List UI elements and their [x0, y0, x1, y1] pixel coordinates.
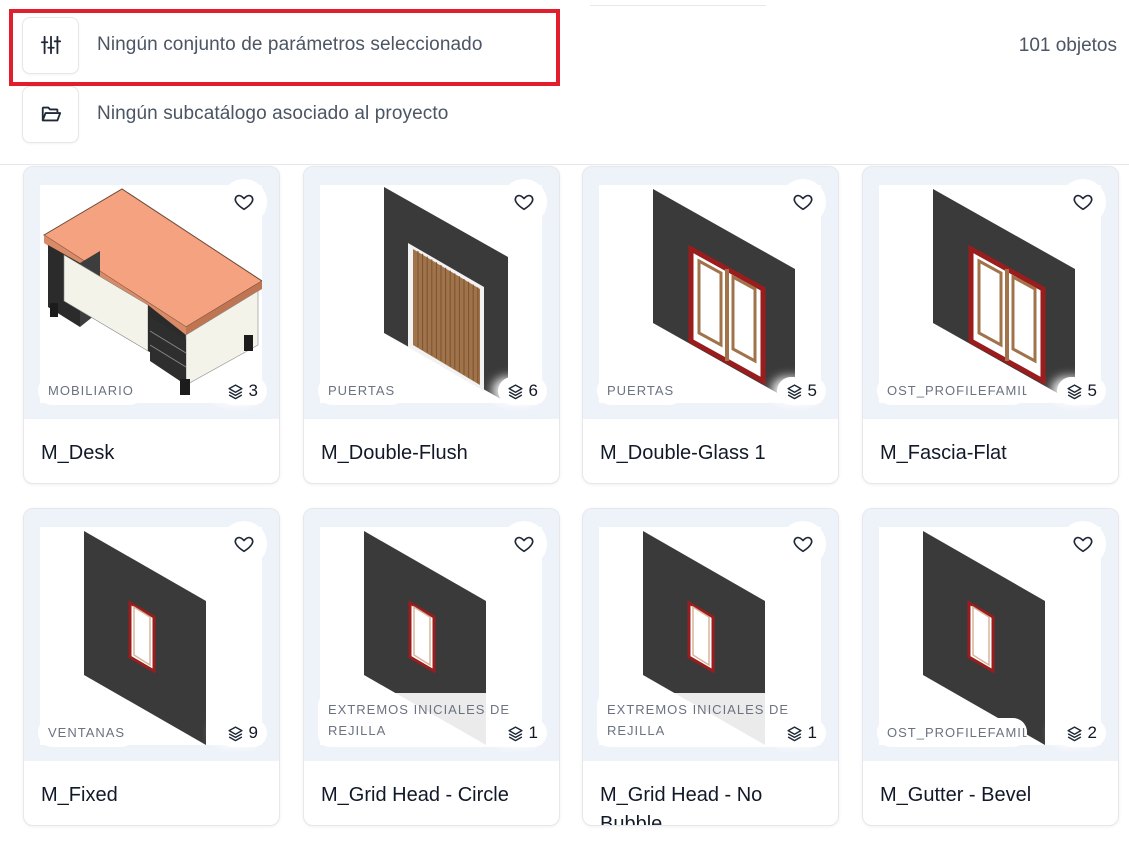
- layers-count: 5: [807, 381, 817, 400]
- object-name: M_Double-Glass 1: [600, 442, 766, 464]
- object-card-m-double-glass-1[interactable]: PUERTAS 5 M_Double-Glass 1: [582, 166, 839, 484]
- heart-icon: [1073, 194, 1093, 211]
- layers-badge: 5: [1056, 377, 1106, 405]
- layers-icon: [227, 383, 243, 399]
- layers-count: 5: [1087, 381, 1097, 400]
- subcatalog-filter[interactable]: Ningún subcatálogo asociado al proyecto: [22, 85, 448, 143]
- card-media[interactable]: OST_PROFILEFAMILIES 2: [863, 509, 1118, 761]
- category-tag: OST_PROFILEFAMILIES: [877, 376, 1027, 405]
- layers-count: 3: [248, 381, 258, 400]
- category-tag: VENTANAS: [38, 718, 136, 747]
- card-media[interactable]: MOBILIARIO 3: [24, 167, 279, 419]
- object-name: M_Desk: [41, 442, 115, 464]
- heart-icon: [793, 536, 813, 553]
- object-card-m-double-flush[interactable]: PUERTAS 6 M_Double-Flush: [303, 166, 560, 484]
- favorite-button[interactable]: [1060, 521, 1106, 567]
- subcatalog-label: Ningún subcatálogo asociado al proyecto: [97, 103, 449, 124]
- folder-open-icon: [41, 106, 61, 122]
- layers-count: 1: [528, 723, 538, 742]
- subcatalog-button[interactable]: [22, 85, 79, 143]
- layers-icon: [507, 725, 523, 741]
- favorite-button[interactable]: [501, 179, 547, 225]
- object-card-m-grid-head-no-bubble[interactable]: EXTREMOS INICIALES DE REJILLA 1 M_Grid H…: [582, 508, 839, 826]
- heart-icon: [234, 536, 254, 553]
- heart-icon: [793, 194, 813, 211]
- category-tag: PUERTAS: [597, 376, 685, 405]
- card-media[interactable]: EXTREMOS INICIALES DE REJILLA 1: [304, 509, 559, 761]
- layers-icon: [1066, 383, 1082, 399]
- favorite-button[interactable]: [501, 521, 547, 567]
- object-name: M_Fascia-Flat: [880, 442, 1007, 464]
- top-tab-underline: [590, 0, 766, 6]
- category-tag: PUERTAS: [318, 376, 406, 405]
- layers-count: 1: [807, 723, 817, 742]
- object-card-m-fixed[interactable]: VENTANAS 9 M_Fixed: [23, 508, 280, 826]
- layers-icon: [786, 383, 802, 399]
- layers-badge: 1: [776, 719, 826, 747]
- category-tag: EXTREMOS INICIALES DE REJILLA: [318, 693, 528, 747]
- card-media[interactable]: VENTANAS 9: [24, 509, 279, 761]
- heart-icon: [1073, 536, 1093, 553]
- favorite-button[interactable]: [221, 521, 267, 567]
- layers-badge: 9: [217, 719, 267, 747]
- layers-count: 6: [528, 381, 538, 400]
- layers-badge: 2: [1056, 719, 1106, 747]
- favorite-button[interactable]: [221, 179, 267, 225]
- category-tag: MOBILIARIO: [38, 376, 144, 405]
- layers-badge: 5: [776, 377, 826, 405]
- object-name: M_Grid Head - Circle: [321, 784, 509, 806]
- layers-icon: [786, 725, 802, 741]
- object-name: M_Double-Flush: [321, 442, 468, 464]
- card-media[interactable]: PUERTAS 6: [304, 167, 559, 419]
- layers-icon: [1066, 725, 1082, 741]
- layers-badge: 6: [497, 377, 547, 405]
- layers-icon: [227, 725, 243, 741]
- category-tag: OST_PROFILEFAMILIES: [877, 718, 1027, 747]
- object-count: 101 objetos: [1018, 35, 1117, 56]
- layers-badge: 3: [217, 377, 267, 405]
- divider: [0, 164, 1129, 165]
- object-card-m-fascia-flat[interactable]: OST_PROFILEFAMILIES 5 M_Fascia-Flat: [862, 166, 1119, 484]
- heart-icon: [234, 194, 254, 211]
- layers-icon: [507, 383, 523, 399]
- heart-icon: [514, 536, 534, 553]
- object-name: M_Gutter - Bevel: [880, 784, 1032, 806]
- category-tag: EXTREMOS INICIALES DE REJILLA: [597, 693, 807, 747]
- card-media[interactable]: EXTREMOS INICIALES DE REJILLA 1: [583, 509, 838, 761]
- object-card-m-grid-head-circle[interactable]: EXTREMOS INICIALES DE REJILLA 1 M_Grid H…: [303, 508, 560, 826]
- layers-count: 9: [248, 723, 258, 742]
- favorite-button[interactable]: [780, 521, 826, 567]
- card-media[interactable]: PUERTAS 5: [583, 167, 838, 419]
- object-card-m-gutter-bevel[interactable]: OST_PROFILEFAMILIES 2 M_Gutter - Bevel: [862, 508, 1119, 826]
- favorite-button[interactable]: [780, 179, 826, 225]
- highlight-box: [9, 9, 560, 86]
- object-name: M_Grid Head - No Bubble: [600, 784, 763, 826]
- favorite-button[interactable]: [1060, 179, 1106, 225]
- layers-count: 2: [1087, 723, 1097, 742]
- heart-icon: [514, 194, 534, 211]
- object-name: M_Fixed: [41, 784, 118, 806]
- object-card-m-desk[interactable]: MOBILIARIO 3 M_Desk: [23, 166, 280, 484]
- layers-badge: 1: [497, 719, 547, 747]
- card-media[interactable]: OST_PROFILEFAMILIES 5: [863, 167, 1118, 419]
